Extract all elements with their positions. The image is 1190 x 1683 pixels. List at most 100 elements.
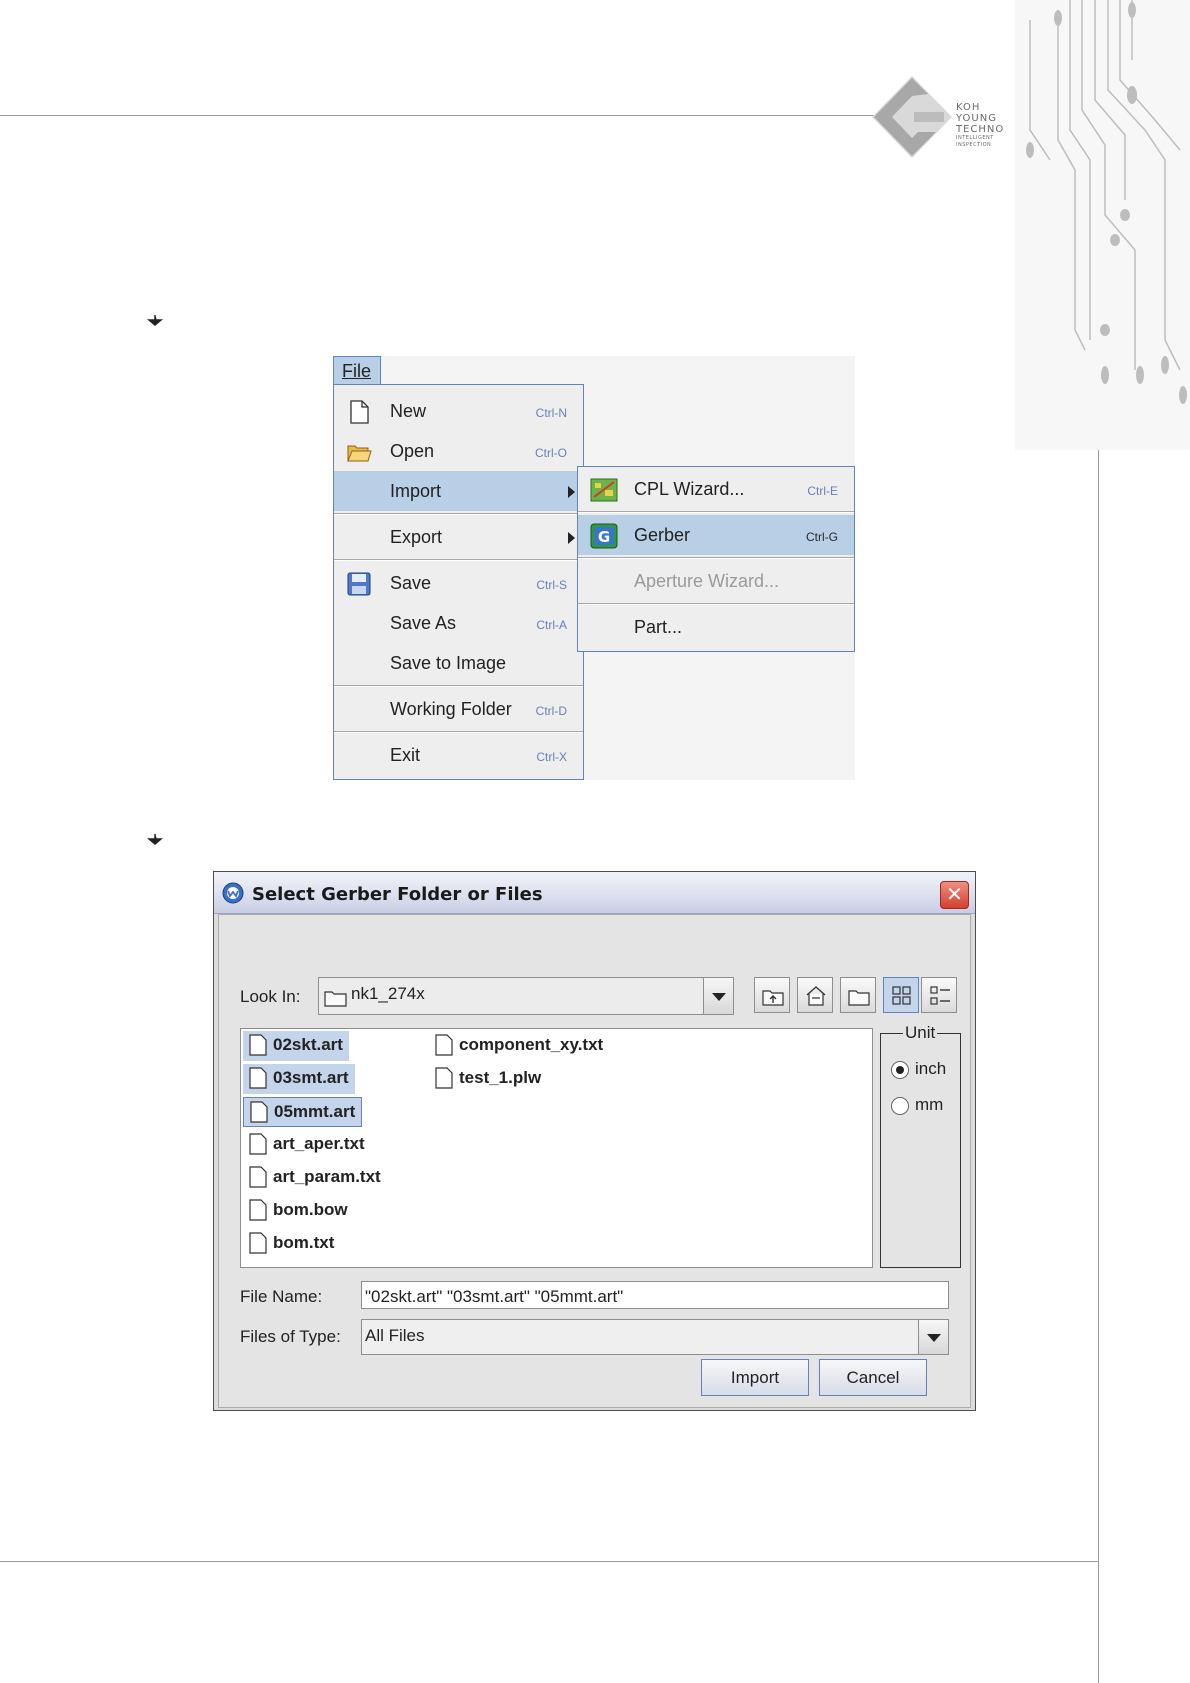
menu-item-save-as[interactable]: Save As Ctrl-A (334, 603, 583, 643)
submenu-arrow-icon (568, 532, 575, 544)
unit-group-legend: Unit (903, 1023, 938, 1043)
file-name-field[interactable]: "02skt.art" "03smt.art" "05mmt.art" (361, 1281, 949, 1309)
submenu-item-cpl-wizard[interactable]: CPL Wizard... Ctrl-E (578, 469, 854, 509)
dialog-body: Look In: nk1_274x 02skt.art 03smt.art 05… (218, 914, 971, 1408)
submenu-item-label: CPL Wizard... (634, 479, 745, 499)
menu-separator (334, 559, 583, 561)
menu-item-label: Save (390, 573, 432, 593)
menu-item-label: Open (390, 441, 435, 461)
menu-item-save[interactable]: Save Ctrl-S (334, 563, 583, 603)
details-view-button[interactable] (921, 977, 957, 1013)
file-icon (249, 1067, 267, 1089)
new-file-icon (350, 400, 369, 424)
file-icon (249, 1166, 267, 1188)
save-floppy-icon (347, 572, 371, 596)
file-icon (249, 1133, 267, 1155)
file-menu-popup: New Ctrl-N Open Ctrl-O Import Export Sav… (333, 384, 584, 780)
up-folder-button[interactable] (754, 977, 790, 1013)
submenu-item-label: Aperture Wizard... (634, 571, 780, 591)
submenu-item-part[interactable]: Part... (578, 607, 854, 647)
submenu-item-shortcut: Ctrl-G (806, 530, 838, 544)
file-item[interactable]: art_param.txt (243, 1163, 387, 1193)
import-button[interactable]: Import (701, 1359, 809, 1396)
submenu-item-gerber[interactable]: G Gerber Ctrl-G (578, 515, 854, 555)
file-item-name: art_aper.txt (273, 1134, 365, 1153)
menu-item-save-to-image[interactable]: Save to Image (334, 643, 583, 683)
file-item[interactable]: component_xy.txt (429, 1031, 609, 1061)
cpl-wizard-icon (590, 478, 618, 502)
menu-item-open[interactable]: Open Ctrl-O (334, 431, 583, 471)
unit-mm-label[interactable]: mm (915, 1095, 943, 1115)
close-button[interactable]: ✕ (940, 881, 969, 909)
menu-separator (334, 513, 583, 515)
cancel-button[interactable]: Cancel (819, 1359, 927, 1396)
file-item[interactable]: 02skt.art (243, 1031, 349, 1061)
file-item[interactable]: test_1.plw (429, 1064, 547, 1094)
menu-separator (578, 603, 854, 605)
file-item-name: art_param.txt (273, 1167, 381, 1186)
bullet-arrow-icon (147, 315, 163, 326)
menu-item-working-folder[interactable]: Working Folder Ctrl-D (334, 689, 583, 729)
file-item-name: 02skt.art (273, 1035, 343, 1054)
unit-mm-radio[interactable] (891, 1097, 909, 1115)
menu-item-shortcut: Ctrl-D (535, 704, 567, 718)
file-icon (250, 1101, 268, 1123)
file-icon (435, 1067, 453, 1089)
gerber-g-icon: G (590, 523, 618, 549)
logo-line-5: INSPECTION (956, 142, 992, 148)
submenu-arrow-icon (568, 486, 575, 498)
list-view-button[interactable] (883, 977, 919, 1013)
file-item-name: bom.bow (273, 1200, 348, 1219)
files-of-type-value: All Files (365, 1326, 425, 1345)
menu-item-label: Save As (390, 613, 457, 633)
files-of-type-dropdown-button[interactable] (918, 1320, 948, 1354)
submenu-item-label: Gerber (634, 525, 691, 545)
files-of-type-combo[interactable]: All Files (361, 1319, 949, 1355)
list-view-icon (892, 986, 911, 1005)
menu-separator (334, 685, 583, 687)
file-item[interactable]: bom.txt (243, 1229, 340, 1259)
unit-inch-label[interactable]: inch (915, 1059, 946, 1079)
unit-inch-radio[interactable] (891, 1061, 909, 1079)
dialog-titlebar[interactable]: Select Gerber Folder or Files ✕ (214, 872, 975, 914)
menu-file[interactable]: File (333, 356, 381, 385)
look-in-label: Look In: (240, 987, 301, 1006)
menu-item-label: New (390, 401, 427, 421)
menu-file-label: File (342, 361, 372, 381)
home-icon (806, 986, 826, 1006)
new-folder-button[interactable] (840, 977, 876, 1013)
menu-item-export[interactable]: Export (334, 517, 583, 557)
app-icon (222, 882, 244, 904)
files-of-type-label: Files of Type: (240, 1327, 341, 1346)
menu-item-import[interactable]: Import (334, 471, 583, 511)
bullet-arrow-icon (147, 834, 163, 845)
look-in-value: nk1_274x (351, 984, 425, 1003)
file-item[interactable]: art_aper.txt (243, 1130, 371, 1160)
menu-item-shortcut: Ctrl-N (535, 406, 567, 420)
menu-item-exit[interactable]: Exit Ctrl-X (334, 735, 583, 775)
logo-line-3: TECHNO (956, 124, 1005, 135)
menu-item-label: Save to Image (390, 653, 507, 673)
file-item-name: 03smt.art (273, 1068, 349, 1087)
circuit-decoration (1015, 0, 1190, 450)
close-icon: ✕ (946, 882, 963, 906)
new-folder-icon (848, 990, 870, 1006)
file-icon (435, 1034, 453, 1056)
look-in-combo[interactable]: nk1_274x (318, 977, 734, 1015)
svg-text:G: G (598, 528, 610, 546)
file-item[interactable]: 05mmt.art (243, 1097, 363, 1127)
file-item[interactable]: 03smt.art (243, 1064, 355, 1094)
file-name-value: "02skt.art" "03smt.art" "05mmt.art" (365, 1287, 624, 1306)
file-icon (249, 1034, 267, 1056)
folder-icon (324, 991, 347, 1007)
file-item[interactable]: bom.bow (243, 1196, 354, 1226)
menu-item-shortcut: Ctrl-X (536, 750, 567, 764)
menu-item-label: Export (390, 527, 443, 547)
look-in-dropdown-button[interactable] (703, 978, 733, 1014)
submenu-item-label: Part... (634, 617, 683, 637)
menu-item-new[interactable]: New Ctrl-N (334, 391, 583, 431)
footer-rule (0, 1561, 1098, 1562)
file-item-name: bom.txt (273, 1233, 335, 1252)
home-button[interactable] (797, 977, 833, 1013)
submenu-item-aperture-wizard[interactable]: Aperture Wizard... (578, 561, 854, 601)
